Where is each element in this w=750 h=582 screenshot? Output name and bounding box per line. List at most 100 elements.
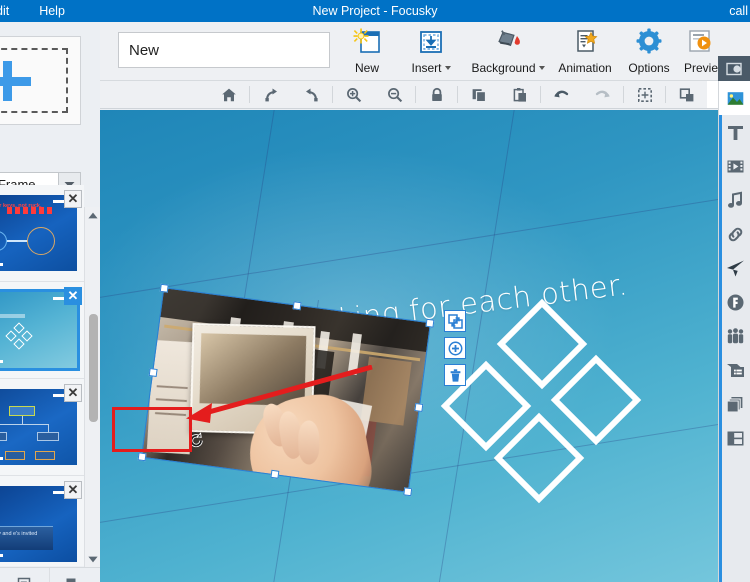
animation-icon bbox=[570, 25, 600, 57]
ribbon-background-button[interactable]: Background bbox=[462, 25, 554, 75]
rail-top-button[interactable] bbox=[718, 56, 750, 81]
list-item[interactable]: h party and e's invited ✕ bbox=[0, 476, 84, 566]
ribbon-background-label: Background bbox=[471, 61, 545, 75]
resize-handle-mr[interactable] bbox=[414, 403, 424, 412]
sidebar-item-content[interactable] bbox=[719, 353, 750, 387]
ribbon-animation-label: Animation bbox=[558, 61, 612, 75]
ribbon-new-button[interactable]: New bbox=[330, 25, 404, 75]
resize-handle-bc[interactable] bbox=[270, 469, 280, 479]
thumb-org-node bbox=[35, 451, 55, 460]
ribbon-insert-label: Insert bbox=[411, 61, 451, 75]
resize-handle-tl[interactable] bbox=[159, 283, 169, 293]
selection-outline bbox=[140, 287, 432, 493]
scrollbar-thumb[interactable] bbox=[89, 314, 98, 422]
thumb-text-line bbox=[0, 314, 25, 318]
resize-object-button[interactable] bbox=[444, 310, 466, 332]
thumb-scroll-container: p. Your keys, not ruck. ✕ bbox=[0, 185, 84, 566]
sub-toolbar bbox=[100, 81, 750, 109]
paste-icon[interactable] bbox=[499, 81, 540, 108]
thumb-node-b bbox=[27, 227, 55, 255]
thumb-caption: h party and e's invited bbox=[0, 531, 38, 537]
title-bar: dit Help New Project - Focusky call bbox=[0, 0, 750, 22]
ribbon-options-button[interactable]: Options bbox=[612, 25, 686, 75]
insert-icon bbox=[416, 25, 446, 57]
resize-handle-tr[interactable] bbox=[425, 318, 435, 328]
window-title: New Project - Focusky bbox=[312, 4, 438, 18]
annotation-rectangle bbox=[112, 407, 192, 452]
frames-panel: ble Frame p. Your keys, not ruck. bbox=[0, 22, 100, 582]
editor-canvas[interactable]: We are looking for each other. bbox=[100, 110, 718, 582]
redo-path-icon[interactable] bbox=[250, 81, 291, 108]
sidebar-item-flash[interactable] bbox=[719, 285, 750, 319]
scroll-down-arrow-icon[interactable] bbox=[85, 551, 101, 567]
title-bar-right-text: call bbox=[729, 4, 748, 18]
project-name-input[interactable] bbox=[118, 32, 330, 68]
ribbon-toolbar: New Insert bbox=[0, 22, 750, 81]
chevron-down-icon[interactable] bbox=[538, 66, 545, 70]
list-item[interactable]: ✕ bbox=[0, 282, 84, 379]
thumb-corner-mark bbox=[0, 263, 3, 266]
sidebar-item-text[interactable] bbox=[719, 115, 750, 149]
resize-handle-bl[interactable] bbox=[137, 452, 147, 462]
thumb-banner: h party and e's invited bbox=[0, 526, 53, 550]
object-action-buttons bbox=[444, 310, 466, 386]
plus-icon-bar bbox=[0, 77, 31, 86]
ribbon-insert-button[interactable]: Insert bbox=[394, 25, 468, 75]
ribbon-new-label: New bbox=[354, 61, 379, 75]
new-document-icon bbox=[352, 25, 382, 57]
list-item[interactable]: g out ✕ bbox=[0, 379, 84, 476]
frame-settings-icon[interactable] bbox=[0, 568, 50, 582]
thumb-redbars bbox=[7, 207, 53, 214]
frames-bottom-toolbar bbox=[0, 567, 100, 582]
zoom-in-icon[interactable] bbox=[333, 81, 374, 108]
home-icon[interactable] bbox=[208, 81, 249, 108]
thumb-org-node bbox=[37, 432, 59, 441]
diamond-shape bbox=[550, 354, 642, 446]
lock-icon[interactable] bbox=[416, 81, 457, 108]
sidebar-item-animation[interactable] bbox=[719, 251, 750, 285]
sidebar-item-video[interactable] bbox=[719, 149, 750, 183]
list-item[interactable]: p. Your keys, not ruck. ✕ bbox=[0, 185, 84, 282]
sidebar-item-image[interactable] bbox=[719, 81, 750, 115]
remove-frame-button[interactable]: ✕ bbox=[64, 384, 82, 402]
delete-object-button[interactable] bbox=[444, 364, 466, 386]
thumb-diamonds bbox=[5, 322, 33, 350]
copy-icon[interactable] bbox=[458, 81, 499, 108]
frames-scrollbar[interactable] bbox=[84, 207, 100, 567]
sidebar-item-layout[interactable] bbox=[719, 421, 750, 455]
app-window: dit Help New Project - Focusky call bbox=[0, 0, 750, 582]
remove-frame-button[interactable]: ✕ bbox=[64, 287, 82, 305]
remove-frame-button[interactable]: ✕ bbox=[64, 481, 82, 499]
thumb-corner-mark bbox=[0, 457, 3, 460]
scroll-up-arrow-icon[interactable] bbox=[85, 207, 101, 223]
resize-handle-br[interactable] bbox=[403, 487, 413, 497]
thumb-org-root bbox=[9, 406, 35, 416]
zoom-out-icon[interactable] bbox=[374, 81, 415, 108]
selected-image-object[interactable] bbox=[137, 283, 435, 497]
sidebar-item-audio[interactable] bbox=[719, 183, 750, 217]
undo-path-icon[interactable] bbox=[291, 81, 332, 108]
arrange-icon[interactable] bbox=[666, 81, 707, 108]
sidebar-item-link[interactable] bbox=[719, 217, 750, 251]
ribbon-animation-button[interactable]: Animation bbox=[548, 25, 622, 75]
thumb-org-node bbox=[5, 451, 25, 460]
thumb-corner-mark bbox=[0, 554, 3, 557]
export-frame-icon[interactable] bbox=[50, 568, 100, 582]
add-object-button[interactable] bbox=[444, 337, 466, 359]
thumb-node-a bbox=[0, 231, 7, 251]
remove-frame-button[interactable]: ✕ bbox=[64, 190, 82, 208]
select-area-icon[interactable] bbox=[624, 81, 665, 108]
thumb-org-node bbox=[0, 432, 7, 441]
sidebar-item-role[interactable] bbox=[719, 319, 750, 353]
redo-icon[interactable] bbox=[582, 81, 623, 108]
chevron-down-icon[interactable] bbox=[444, 66, 451, 70]
diamond-cluster[interactable] bbox=[440, 298, 642, 517]
thumb-corner-mark bbox=[0, 360, 3, 363]
thumb-connector bbox=[7, 240, 27, 242]
sidebar-item-layers[interactable] bbox=[719, 387, 750, 421]
resize-handle-tc[interactable] bbox=[292, 301, 302, 311]
gear-icon bbox=[634, 25, 664, 57]
undo-icon[interactable] bbox=[541, 81, 582, 108]
add-new-frame-button[interactable] bbox=[0, 36, 81, 125]
resize-handle-ml[interactable] bbox=[148, 368, 158, 377]
